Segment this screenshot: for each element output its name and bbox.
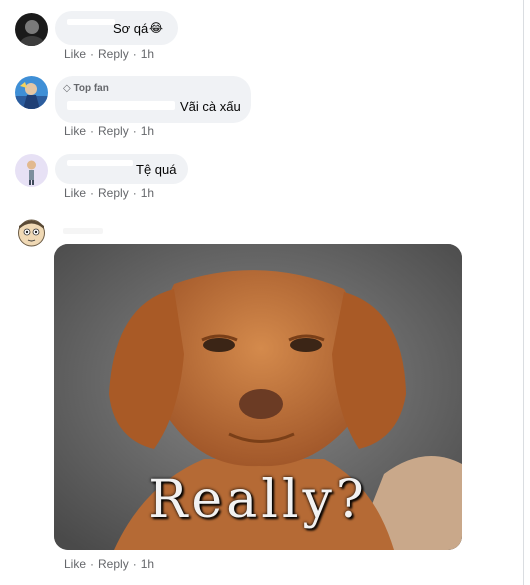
timestamp[interactable]: 1h: [141, 124, 154, 138]
reply-button[interactable]: Reply: [98, 557, 129, 571]
commenter-avatar[interactable]: [15, 154, 48, 187]
gif-attachment[interactable]: Really?: [54, 244, 462, 550]
comment-3: Tệ quá Like · Reply · 1h: [0, 150, 522, 210]
redacted-commenter-name: [67, 160, 133, 166]
commenter-avatar[interactable]: [15, 76, 48, 109]
separator-dot: ·: [90, 124, 95, 138]
separator-dot: ·: [90, 186, 95, 200]
gif-caption: Really?: [148, 470, 368, 530]
like-button[interactable]: Like: [64, 47, 86, 61]
reply-button[interactable]: Reply: [98, 124, 129, 138]
separator-dot: ·: [90, 47, 95, 61]
like-button[interactable]: Like: [64, 557, 86, 571]
reply-button[interactable]: Reply: [98, 47, 129, 61]
commenter-avatar[interactable]: [15, 13, 48, 46]
separator-dot: ·: [90, 557, 95, 571]
commenter-avatar[interactable]: [15, 217, 48, 250]
separator-dot: ·: [132, 124, 137, 138]
comment-actions: Like · Reply · 1h: [64, 124, 154, 138]
separator-dot: ·: [132, 557, 137, 571]
comment-bubble: ◇ Top fan Vãi cà xấu: [55, 76, 251, 123]
separator-dot: ·: [132, 47, 137, 61]
redacted-commenter-name: [67, 19, 115, 25]
comment-bubble: Tệ quá: [55, 154, 188, 184]
comment-actions: Like · Reply · 1h: [64, 557, 154, 571]
comment-actions: Like · Reply · 1h: [64, 186, 154, 200]
diamond-icon: ◇: [63, 83, 71, 94]
timestamp[interactable]: 1h: [141, 47, 154, 61]
comment-1: Sơ qá 😂 Like · Reply · 1h: [0, 0, 522, 70]
comment-actions: Like · Reply · 1h: [64, 47, 154, 61]
top-fan-badge: ◇ Top fan: [63, 81, 109, 97]
top-fan-label: Top fan: [73, 83, 109, 94]
like-button[interactable]: Like: [64, 124, 86, 138]
redacted-commenter-name: [63, 228, 103, 234]
laughing-emoji-icon: 😂: [149, 21, 164, 35]
like-button[interactable]: Like: [64, 186, 86, 200]
redacted-commenter-name: [67, 101, 175, 110]
separator-dot: ·: [132, 186, 137, 200]
comment-bubble: Sơ qá 😂: [55, 11, 178, 45]
timestamp[interactable]: 1h: [141, 186, 154, 200]
comment-2: ◇ Top fan Vãi cà xấu Like · Reply · 1h: [0, 70, 522, 150]
comment-text: Sơ qá: [113, 21, 149, 36]
page-edge-divider: [523, 0, 524, 585]
comment-text: Tệ quá: [136, 162, 177, 177]
timestamp[interactable]: 1h: [141, 557, 154, 571]
comment-text: Vãi cà xấu: [180, 99, 241, 114]
reply-button[interactable]: Reply: [98, 186, 129, 200]
